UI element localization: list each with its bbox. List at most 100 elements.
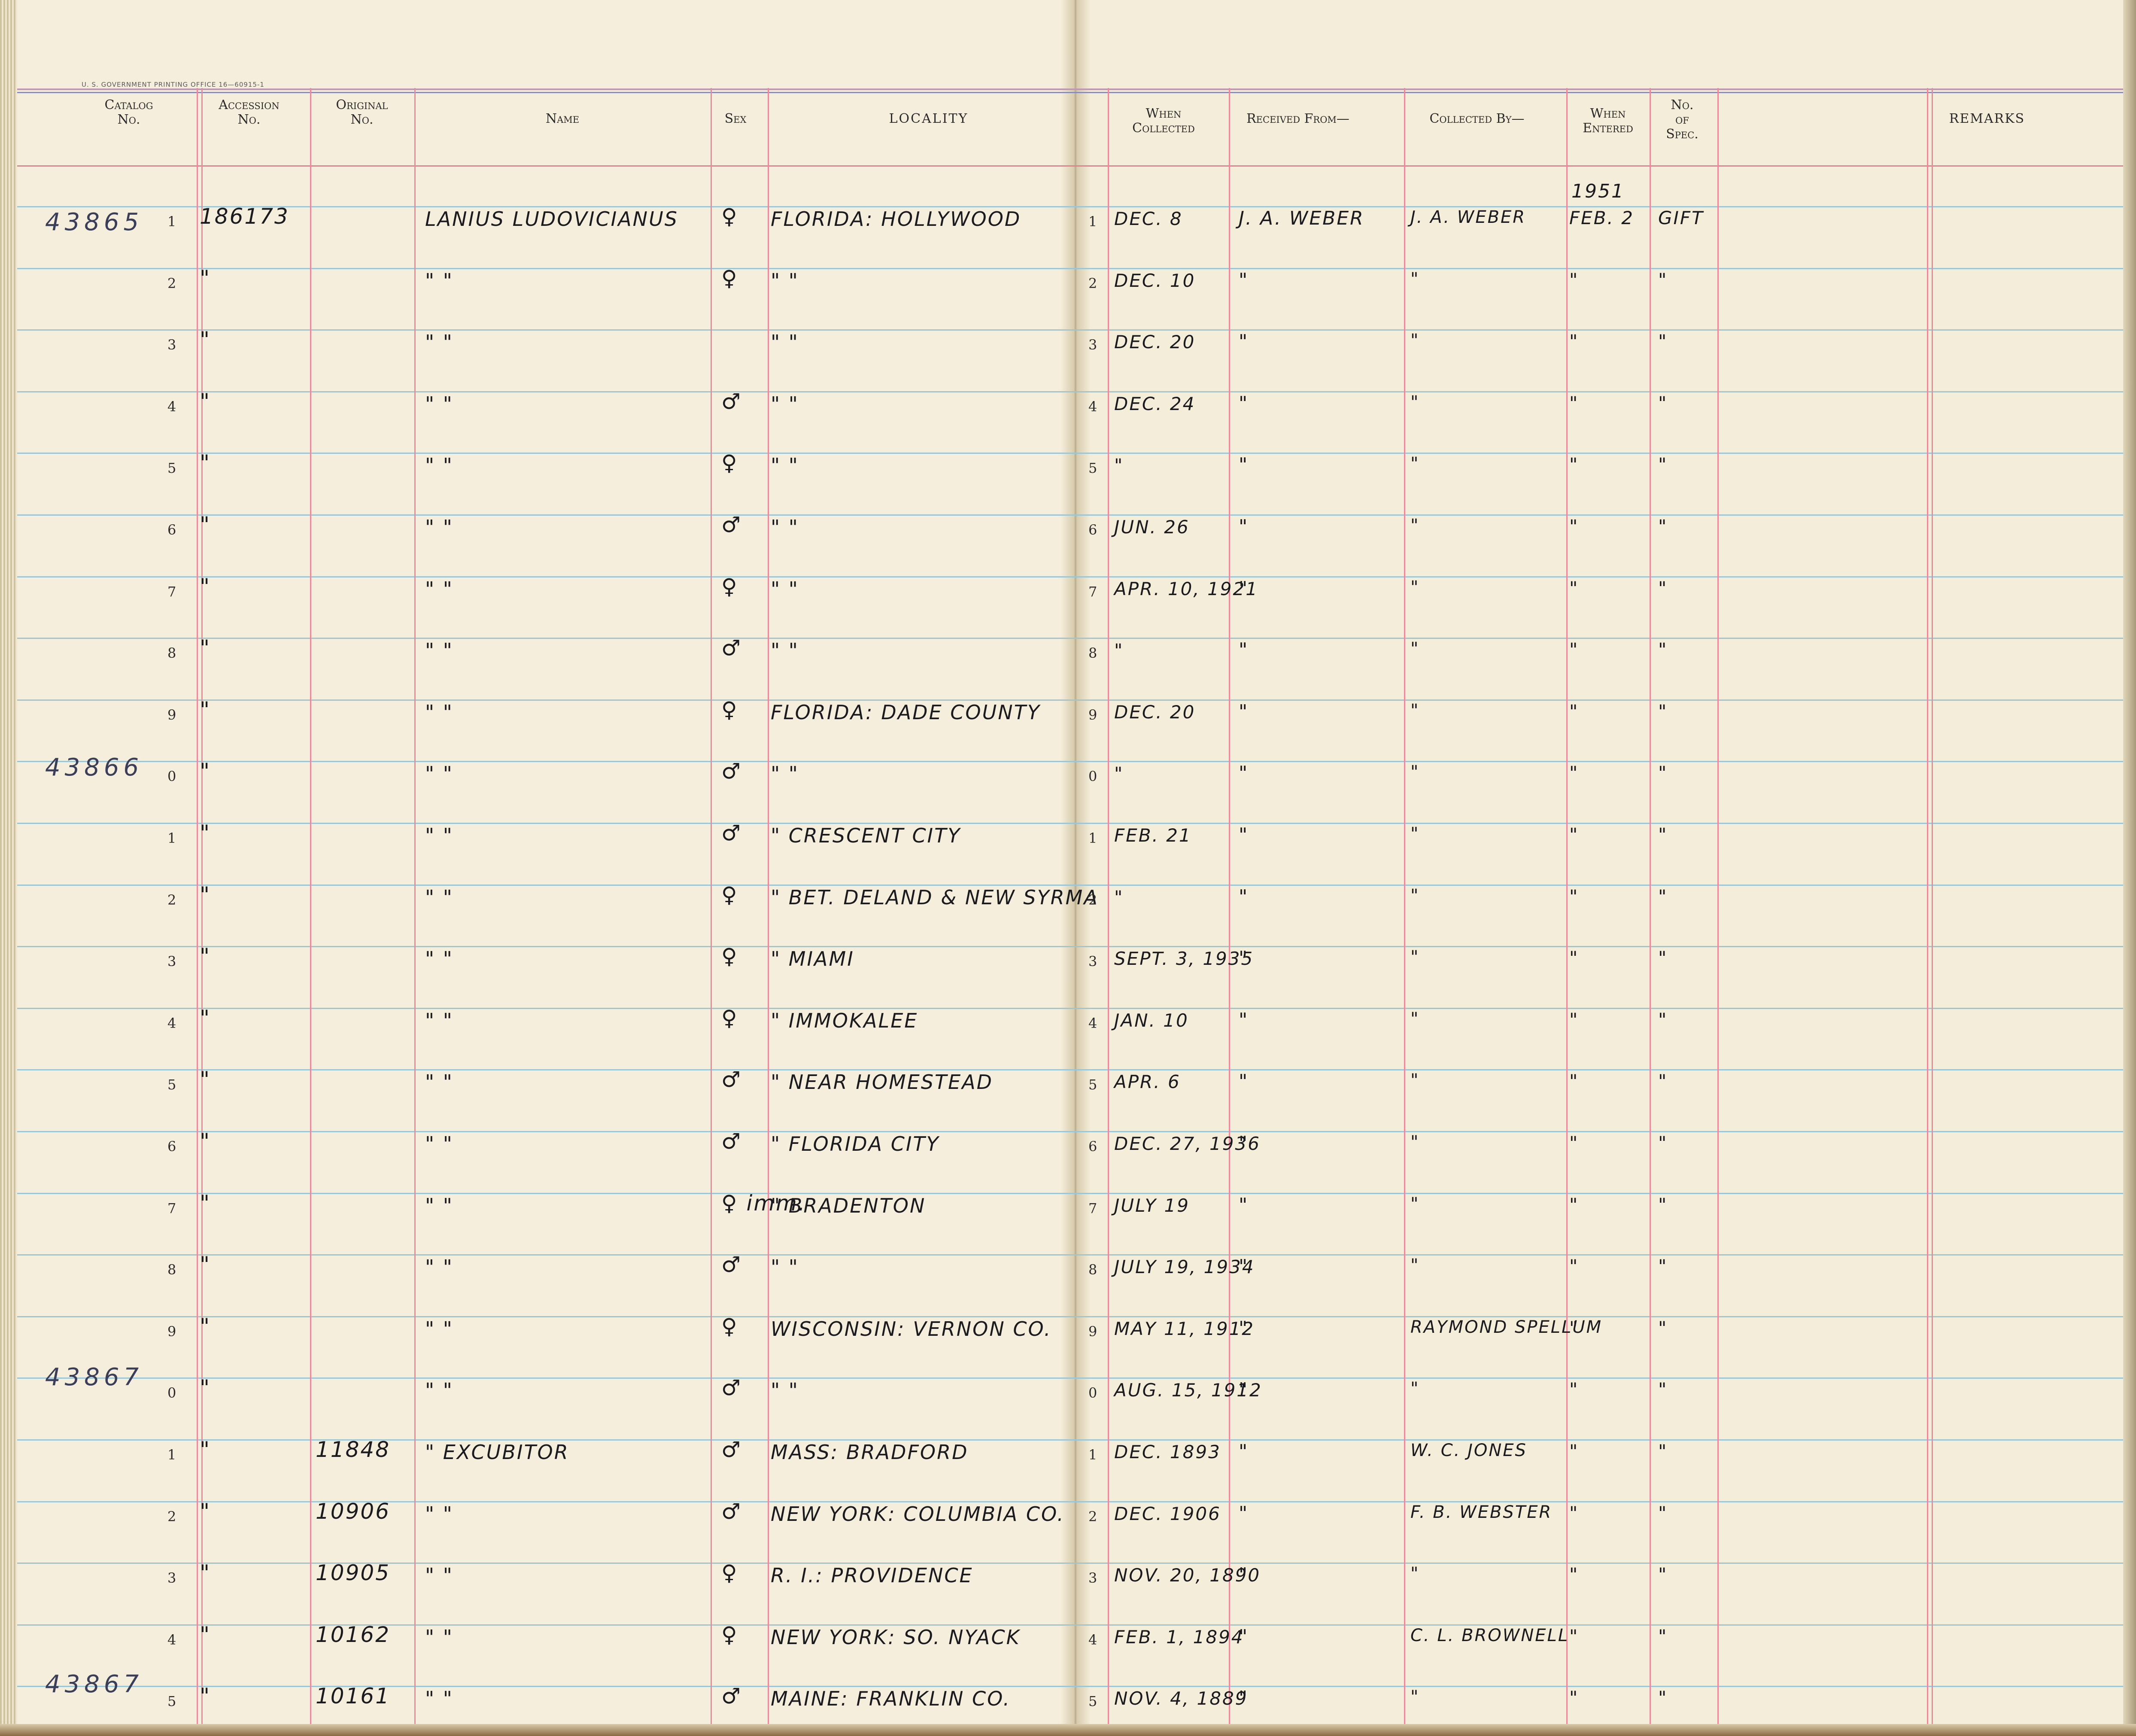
- row-number: 8: [167, 1262, 176, 1278]
- accession-number: ": [200, 512, 211, 537]
- row-number: 4: [167, 1015, 176, 1031]
- received-from: ": [1239, 269, 1249, 291]
- received-from: ": [1239, 1070, 1249, 1093]
- row-number-right: 1: [1088, 213, 1097, 230]
- date-entered: ": [1569, 885, 1579, 907]
- row-number-right: 6: [1088, 1138, 1097, 1155]
- row-number-right: 5: [1088, 1693, 1097, 1710]
- date-entered: ": [1569, 577, 1579, 599]
- accession-number: ": [200, 882, 211, 907]
- date-collected: NOV. 4, 1889: [1114, 1688, 1248, 1709]
- species-name: " ": [425, 331, 453, 354]
- received-from: ": [1239, 1564, 1249, 1586]
- sex-symbol: ♂: [721, 1499, 742, 1524]
- catalog-prefix: 43865: [45, 208, 143, 236]
- sex-symbol: ♀: [721, 574, 738, 599]
- received-from: ": [1239, 639, 1249, 661]
- collected-by: ": [1410, 824, 1420, 844]
- date-entered: ": [1569, 639, 1579, 660]
- species-name: " ": [425, 1194, 453, 1217]
- accession-number: ": [200, 389, 211, 414]
- number-of-specimens: ": [1658, 947, 1668, 969]
- row-number: 0: [167, 1385, 176, 1402]
- row-number: 8: [167, 645, 176, 662]
- number-of-specimens: ": [1658, 1564, 1668, 1585]
- row-number: 2: [167, 275, 176, 292]
- collected-by: ": [1410, 762, 1420, 782]
- row-number-right: 5: [1088, 460, 1097, 477]
- entry-rows: 1 186173 LANIUS LUDOVICIANUS ♀ FLORIDA: HOLL…: [0, 0, 2136, 1736]
- collected-by: ": [1410, 1687, 1420, 1707]
- sex-symbol: ♂: [721, 1067, 742, 1092]
- row-number: 2: [167, 891, 176, 908]
- number-of-specimens: ": [1658, 885, 1668, 907]
- received-from: ": [1239, 1379, 1249, 1401]
- collected-by: ": [1410, 700, 1420, 721]
- species-name: " ": [425, 947, 453, 971]
- received-from: ": [1239, 700, 1249, 723]
- sex-symbol: ♂: [721, 635, 742, 661]
- collected-by: ": [1410, 1194, 1420, 1214]
- number-of-specimens: ": [1658, 516, 1668, 537]
- number-of-specimens: ": [1658, 331, 1668, 352]
- locality-text: " IMMOKALEE: [771, 1009, 918, 1032]
- accession-number: ": [200, 1067, 211, 1092]
- row-number-right: 3: [1088, 337, 1097, 353]
- species-name: " ": [425, 1070, 453, 1094]
- row-number: 2: [167, 1508, 176, 1525]
- date-collected: DEC. 24: [1114, 393, 1196, 414]
- sex-symbol: ♂: [721, 759, 742, 784]
- received-from: ": [1239, 762, 1249, 784]
- collected-by: ": [1410, 269, 1420, 289]
- sex-symbol: ♀: [721, 1313, 738, 1339]
- date-entered: ": [1569, 1502, 1579, 1523]
- date-entered: ": [1569, 1687, 1579, 1709]
- sex-symbol: ♀: [721, 944, 738, 969]
- collected-by: C. L. BROWNELL: [1410, 1625, 1569, 1645]
- row-number: 1: [167, 213, 176, 230]
- row-number-right: 2: [1088, 1508, 1097, 1525]
- sex-symbol: ♂: [721, 821, 742, 845]
- locality-text: MAINE: FRANKLIN CO.: [771, 1687, 1011, 1711]
- species-name: " ": [425, 824, 453, 847]
- date-collected: MAY 11, 1912: [1114, 1318, 1255, 1339]
- species-name: LANIUS LUDOVICIANUS: [425, 207, 678, 231]
- row-number: 4: [167, 398, 176, 415]
- sex-symbol: ♀: [721, 1560, 738, 1586]
- row-number-right: 4: [1088, 1015, 1097, 1031]
- date-entered: ": [1569, 824, 1579, 845]
- date-collected: APR. 10, 1921: [1114, 578, 1258, 599]
- accession-number: ": [200, 697, 211, 722]
- collected-by: ": [1410, 1379, 1420, 1399]
- catalog-prefix: 43866: [45, 754, 143, 781]
- collected-by: ": [1410, 947, 1420, 967]
- catalog-prefix: 43867: [45, 1670, 143, 1698]
- locality-text: " ": [771, 577, 799, 601]
- sex-symbol: ♂: [721, 1375, 742, 1401]
- received-from: ": [1239, 1317, 1249, 1339]
- species-name: " ": [425, 1009, 453, 1032]
- received-from: J. A. WEBER: [1239, 207, 1364, 229]
- received-from: ": [1239, 1256, 1249, 1278]
- date-entered: ": [1569, 1564, 1579, 1585]
- date-collected: DEC. 1893: [1114, 1441, 1221, 1462]
- accession-number: ": [200, 1622, 211, 1647]
- locality-text: MASS: BRADFORD: [771, 1441, 969, 1464]
- species-name: " ": [425, 1564, 453, 1587]
- locality-text: " ": [771, 762, 799, 786]
- row-number-right: 3: [1088, 1570, 1097, 1587]
- collected-by: F. B. WEBSTER: [1410, 1502, 1553, 1522]
- original-number: 10905: [316, 1560, 391, 1586]
- row-number-right: 6: [1088, 522, 1097, 538]
- catalog-prefix: 43867: [45, 1363, 143, 1391]
- locality-text: " CRESCENT CITY: [771, 824, 961, 847]
- species-name: " EXCUBITOR: [425, 1441, 569, 1464]
- date-collected: DEC. 8: [1114, 208, 1183, 229]
- collected-by: ": [1410, 577, 1420, 597]
- locality-text: " ": [771, 1379, 799, 1402]
- row-number: 0: [167, 768, 176, 785]
- accession-number: ": [200, 450, 211, 476]
- date-collected: ": [1114, 455, 1124, 476]
- date-entered: ": [1569, 1625, 1579, 1647]
- row-number-right: 9: [1088, 706, 1097, 723]
